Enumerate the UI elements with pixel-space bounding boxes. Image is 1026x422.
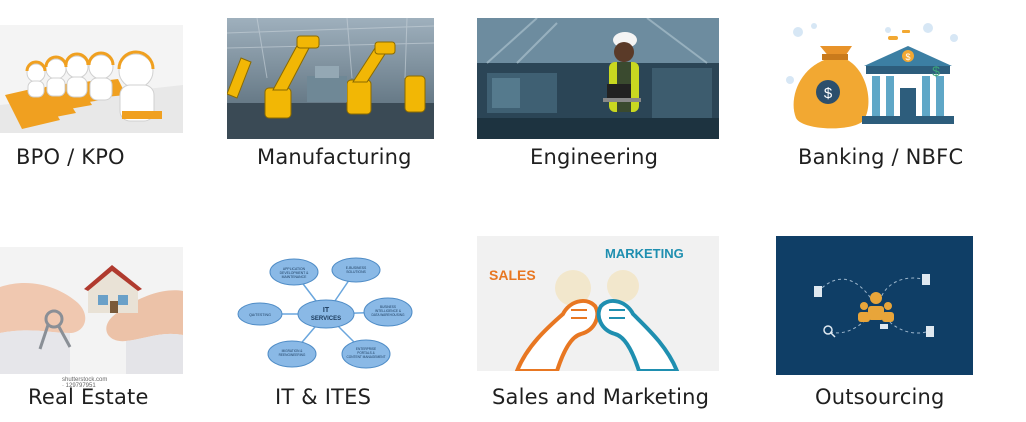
tile-label: Manufacturing xyxy=(257,145,412,169)
tile-label: Banking / NBFC xyxy=(798,145,964,169)
svg-text:MAINTENANCE: MAINTENANCE xyxy=(282,275,307,279)
call-center-image xyxy=(0,25,183,133)
tile-label: IT & ITES xyxy=(275,385,372,409)
svg-text:$: $ xyxy=(905,52,910,62)
it-services-diagram: IT SERVICES APPLICATION DEVELOPMENT & MA… xyxy=(236,256,416,374)
tile-label: Outsourcing xyxy=(815,385,945,409)
svg-text:$: $ xyxy=(932,63,940,79)
svg-text:CONTENT MANAGEMENT: CONTENT MANAGEMENT xyxy=(346,355,385,359)
svg-text:SERVICES: SERVICES xyxy=(311,316,341,322)
svg-text:IT: IT xyxy=(323,307,330,314)
sales-art-text: SALES xyxy=(489,267,536,283)
svg-text:QA/TESTING: QA/TESTING xyxy=(249,313,271,317)
svg-text:SOLUTIONS: SOLUTIONS xyxy=(346,270,366,274)
engineer-image xyxy=(477,18,719,139)
tile-label: Sales and Marketing xyxy=(492,385,710,409)
svg-text:REENGINEERING: REENGINEERING xyxy=(279,353,306,357)
tile-label: BPO / KPO xyxy=(16,145,125,169)
svg-text:$: $ xyxy=(824,85,833,102)
outsourcing-image xyxy=(776,236,973,375)
marketing-art-text: MARKETING xyxy=(605,246,684,261)
bank-money-image: $ $ $ xyxy=(778,18,966,136)
svg-text:DATA WAREHOUSING: DATA WAREHOUSING xyxy=(371,313,405,317)
sales-marketing-image: SALES MARKETING xyxy=(477,236,719,371)
tile-label: Real Estate xyxy=(28,385,149,409)
house-in-hands-image xyxy=(0,247,183,374)
robotic-factory-image xyxy=(227,18,434,139)
tile-label: Engineering xyxy=(530,145,659,169)
